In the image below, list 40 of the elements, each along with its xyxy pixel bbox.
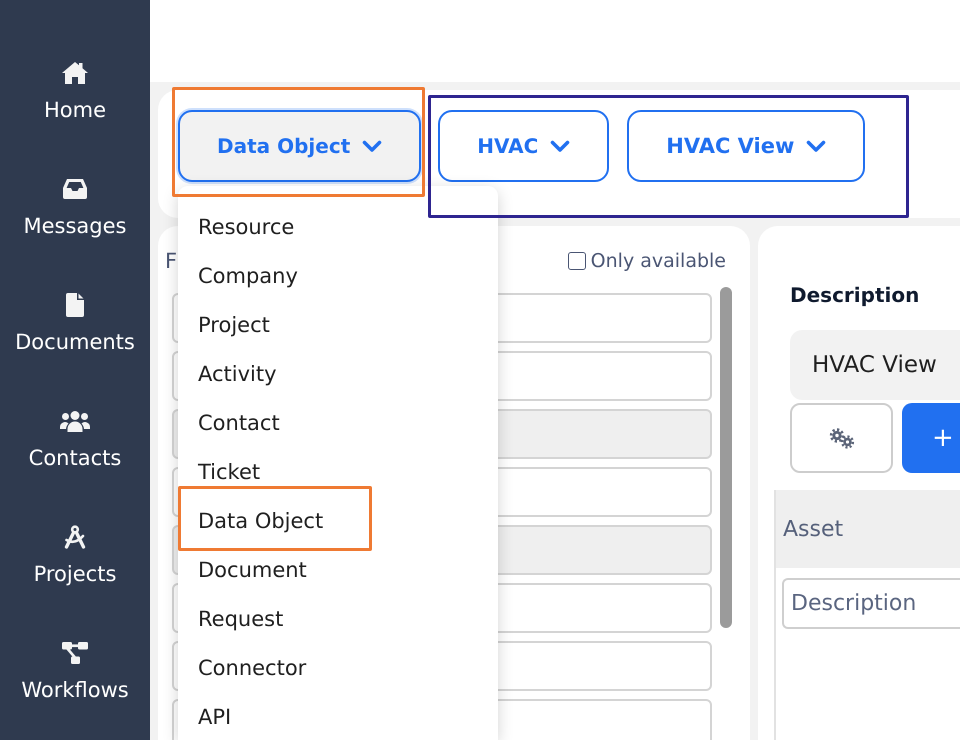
tray-icon	[62, 178, 88, 200]
home-icon	[60, 61, 89, 85]
chevron-down-icon	[550, 140, 570, 152]
nav-item[interactable]: Messages	[24, 177, 126, 239]
menu-item[interactable]: Activity	[178, 349, 498, 398]
nav-item[interactable]: Home	[44, 61, 106, 123]
menu-item[interactable]: Data Object	[178, 486, 372, 551]
file-icon	[66, 293, 84, 317]
settings-button[interactable]	[790, 403, 893, 473]
menu-item[interactable]: Project	[178, 300, 498, 349]
section-heading: Description	[790, 282, 920, 308]
scrollbar-thumb[interactable]	[720, 287, 732, 628]
menu-item[interactable]: Request	[178, 594, 498, 643]
add-button[interactable]: +	[902, 403, 960, 473]
flowchart-icon	[61, 641, 89, 665]
nav-item[interactable]: Documents	[15, 293, 135, 355]
gears-icon	[828, 428, 854, 448]
menu-item[interactable]: Resource	[178, 202, 498, 251]
chevron-down-icon	[362, 140, 382, 152]
column-header: Asset	[782, 516, 844, 542]
menu-item[interactable]: Ticket	[178, 447, 498, 486]
menu-item[interactable]: Document	[178, 551, 498, 594]
dropdown-button[interactable]: HVAC View	[627, 110, 866, 182]
name-field[interactable]: HVAC View	[790, 330, 960, 400]
checkbox-label[interactable]: Only available	[590, 250, 726, 272]
nav-item[interactable]: Contacts	[28, 409, 122, 471]
menu-item[interactable]: API	[178, 692, 498, 740]
dropdown-button[interactable]: Data Object	[178, 110, 422, 182]
dropdown-button[interactable]: HVAC	[438, 110, 610, 182]
menu-item[interactable]: Contact	[178, 398, 498, 447]
menu-item[interactable]: Connector	[178, 643, 498, 692]
nav-item[interactable]: Projects	[34, 525, 116, 587]
people-icon	[59, 410, 91, 432]
chevron-down-icon	[806, 140, 826, 152]
filter-field[interactable]: Description	[782, 578, 960, 629]
panel-title: F	[165, 249, 178, 273]
drafting-compass-icon	[62, 525, 87, 549]
nav-item[interactable]: Workflows	[21, 641, 129, 703]
checkbox[interactable]	[568, 252, 586, 270]
menu-item[interactable]: Company	[178, 251, 498, 300]
